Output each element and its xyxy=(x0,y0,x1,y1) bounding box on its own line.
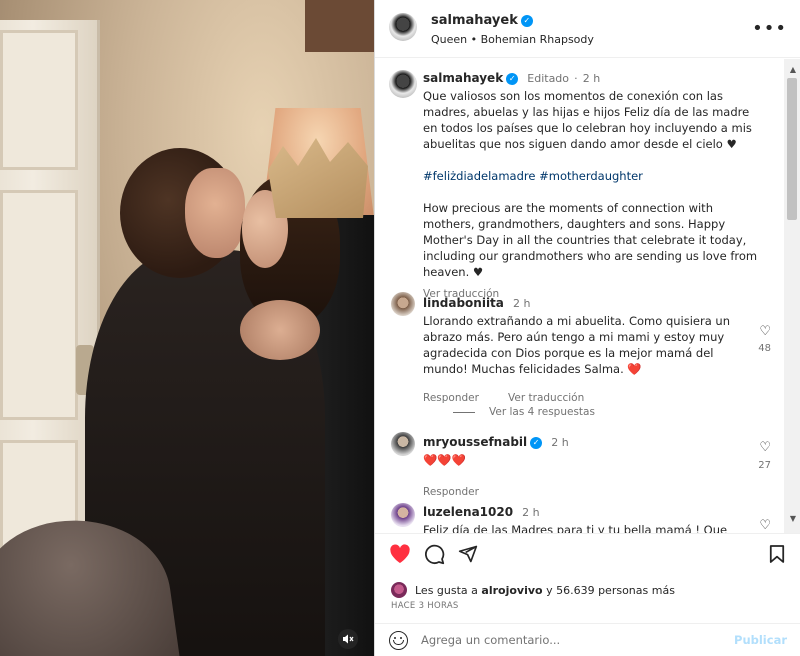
comment-item: luzelena1020 2 h Feliz día de las Madres… xyxy=(423,501,753,533)
comment-username[interactable]: luzelena1020 xyxy=(423,505,513,519)
speaker-muted-icon xyxy=(343,634,354,644)
photo-ceiling-beam xyxy=(305,0,374,52)
photo-paper-crown xyxy=(268,138,368,218)
likes-prefix: Les gusta a xyxy=(415,584,478,597)
verified-icon: ✓ xyxy=(506,73,519,85)
comment-item: lindaboniita 2 h Llorando extrañando a m… xyxy=(423,292,753,405)
post-photo[interactable] xyxy=(0,0,374,656)
bookmark-icon[interactable] xyxy=(769,544,785,564)
comment-text: Llorando extrañando a mi abuelita. Como … xyxy=(423,314,731,376)
scroll-up-arrow-icon[interactable]: ▲ xyxy=(790,65,796,74)
separator-dot: · xyxy=(574,72,578,85)
publish-button[interactable]: Publicar xyxy=(734,633,787,647)
edited-label: Editado xyxy=(527,72,570,85)
caption-username[interactable]: salmahayek xyxy=(423,71,503,85)
scroll-down-arrow-icon[interactable]: ▼ xyxy=(790,514,796,523)
comment-item: mryoussefnabil ✓ 2 h ❤️❤️❤️ Responder xyxy=(423,431,753,499)
caption-text-spanish: Que valiosos son los momentos de conexió… xyxy=(423,89,752,151)
post-caption: salmahayek ✓ Editado · 2 h Que valiosos s… xyxy=(423,67,763,300)
username[interactable]: salmahayek xyxy=(431,13,518,28)
audio-track[interactable]: Queen • Bohemian Rhapsody xyxy=(431,33,594,46)
comment-like-count: 48 xyxy=(758,343,771,354)
photo-door-panel xyxy=(0,190,78,420)
photo-hands xyxy=(240,300,320,360)
avatar[interactable] xyxy=(389,13,417,41)
caption-hashtags[interactable]: #feliżdiadelamadre #motherdaughter xyxy=(423,168,763,184)
post-detail-panel: salmahayek ✓ Queen • Bohemian Rhapsody ••… xyxy=(374,0,800,656)
view-replies-button[interactable]: Ver las 4 respuestas xyxy=(453,406,595,418)
reply-button[interactable]: Responder xyxy=(423,392,479,404)
avatar[interactable] xyxy=(391,503,415,527)
post-author[interactable]: salmahayek ✓ xyxy=(431,13,533,28)
share-icon[interactable] xyxy=(458,544,478,564)
comment-like-count: 27 xyxy=(758,460,771,471)
heart-filled-icon[interactable] xyxy=(389,544,411,564)
verified-icon: ✓ xyxy=(520,15,533,27)
likes-username[interactable]: alrojovivo xyxy=(481,584,542,597)
comment-time: 2 h xyxy=(551,436,569,449)
comment-like-icon[interactable]: ♡ xyxy=(759,518,771,533)
emoji-icon[interactable] xyxy=(389,631,408,650)
comment-like-icon[interactable]: ♡ xyxy=(759,440,771,455)
more-options-icon[interactable]: ••• xyxy=(752,18,787,39)
photo-mother-face xyxy=(185,168,245,258)
comment-time: 2 h xyxy=(522,506,540,519)
caption-text-english: How precious are the moments of connecti… xyxy=(423,201,758,279)
avatar[interactable] xyxy=(389,70,417,98)
comment-like-icon[interactable]: ♡ xyxy=(759,324,771,339)
scrollbar-thumb[interactable] xyxy=(787,78,797,220)
comments-scroll-area[interactable]: salmahayek ✓ Editado · 2 h Que valiosos s… xyxy=(375,59,800,533)
photo-door-panel xyxy=(0,30,78,170)
caption-time: 2 h xyxy=(582,72,601,85)
comment-text: ❤️❤️❤️ xyxy=(423,453,466,467)
avatar[interactable] xyxy=(391,432,415,456)
comment-time: 2 h xyxy=(513,297,531,310)
mute-icon[interactable] xyxy=(338,629,358,649)
comment-text: Feliz día de las Madres para ti y tu bel… xyxy=(423,523,728,533)
see-translation-link[interactable]: Ver traducción xyxy=(508,392,584,404)
reply-button[interactable]: Responder xyxy=(423,486,479,498)
comment-username[interactable]: lindaboniita xyxy=(423,296,504,310)
post-actions: Les gusta a alrojovivo y 56.639 personas… xyxy=(375,533,800,656)
add-comment-bar: Publicar xyxy=(375,623,800,656)
comment-username[interactable]: mryoussefnabil xyxy=(423,435,527,449)
avatar[interactable] xyxy=(391,292,415,316)
post-timestamp: HACE 3 HORAS xyxy=(391,601,459,611)
likes-summary[interactable]: Les gusta a alrojovivo y 56.639 personas… xyxy=(415,584,675,597)
comment-input[interactable] xyxy=(421,629,721,651)
comment-icon[interactable] xyxy=(424,544,445,565)
verified-icon: ✓ xyxy=(530,437,543,449)
likes-count-text[interactable]: y 56.639 personas más xyxy=(546,584,675,597)
avatar[interactable] xyxy=(391,582,407,598)
post-header: salmahayek ✓ Queen • Bohemian Rhapsody ••… xyxy=(375,0,800,58)
